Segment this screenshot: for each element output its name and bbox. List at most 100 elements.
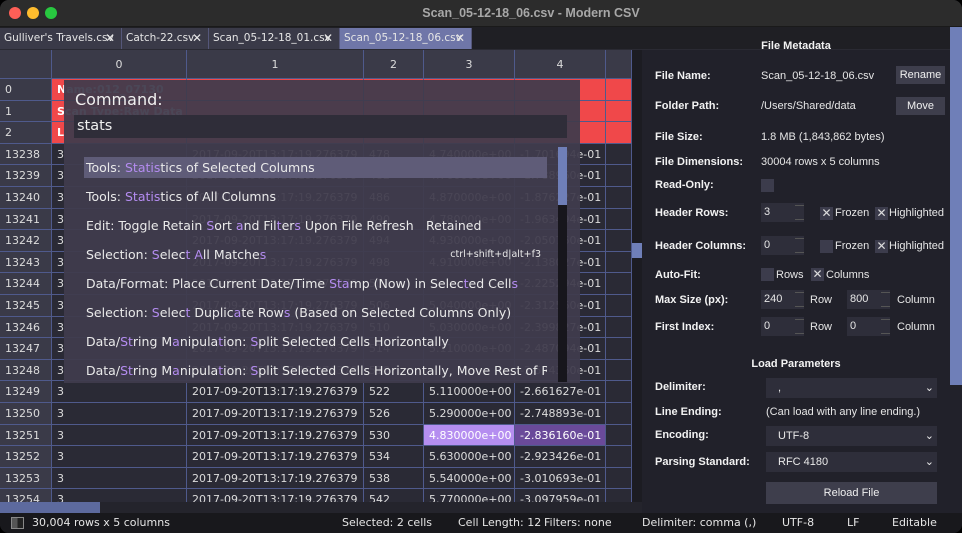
row-header[interactable]: 13250: [0, 403, 52, 425]
stepper-arrows-icon[interactable]: [795, 205, 804, 220]
row-header[interactable]: 0: [0, 79, 52, 101]
table-cell[interactable]: 2017-09-20T13:17:19.276379: [187, 424, 364, 447]
reload-file-button[interactable]: Reload File: [766, 482, 937, 504]
table-cell[interactable]: [606, 251, 632, 274]
header-rows-highlighted-checkbox[interactable]: ✕: [875, 207, 888, 220]
row-header[interactable]: 13238: [0, 143, 52, 166]
max-column-size-stepper[interactable]: 800: [847, 290, 890, 309]
row-header[interactable]: 13243: [0, 251, 52, 274]
auto-fit-rows-checkbox[interactable]: [761, 268, 774, 281]
sidebar-toggle-icon[interactable]: [11, 517, 24, 529]
stepper-arrows-icon[interactable]: [795, 292, 804, 307]
row-header[interactable]: 13248: [0, 359, 52, 382]
command-item[interactable]: Tools: Statistics of Selected Columns: [84, 157, 547, 178]
command-scrollbar[interactable]: [558, 147, 567, 382]
close-tab-icon[interactable]: ✕: [455, 28, 465, 49]
row-header[interactable]: 1: [0, 100, 52, 123]
command-item[interactable]: Edit: Toggle Retain Sort and Filters Upo…: [84, 215, 547, 236]
panel-scrollbar[interactable]: [950, 27, 962, 385]
table-cell[interactable]: 2017-09-20T13:17:19.276379: [187, 446, 364, 468]
table-cell[interactable]: 3: [52, 424, 187, 447]
table-cell[interactable]: 3: [52, 446, 187, 468]
column-header[interactable]: 2: [364, 50, 424, 79]
table-cell[interactable]: 5.110000e+00: [424, 381, 515, 403]
table-cell[interactable]: 3: [52, 467, 187, 490]
table-cell[interactable]: 5.630000e+00: [424, 446, 515, 468]
table-cell[interactable]: 2017-09-20T13:17:19.276379: [187, 381, 364, 403]
header-rows-stepper[interactable]: 3: [761, 203, 804, 222]
table-cell[interactable]: 526: [364, 403, 424, 425]
table-cell[interactable]: -2.836160e-01: [515, 424, 606, 447]
command-item[interactable]: Data/Format: Place Current Date/Time Sta…: [84, 273, 547, 294]
row-header[interactable]: 13245: [0, 295, 52, 317]
command-item[interactable]: Selection: Select Duplicate Rows (Based …: [84, 302, 547, 323]
first-row-index-stepper[interactable]: 0: [761, 317, 804, 336]
table-cell[interactable]: 534: [364, 446, 424, 468]
table-cell[interactable]: [606, 489, 632, 502]
table-cell[interactable]: [606, 79, 632, 101]
header-rows-frozen-checkbox[interactable]: ✕: [820, 207, 833, 220]
row-header[interactable]: 13247: [0, 338, 52, 360]
first-column-index-stepper[interactable]: 0: [847, 317, 890, 336]
column-header[interactable]: 1: [187, 50, 364, 79]
table-cell[interactable]: 542: [364, 489, 424, 502]
table-cell[interactable]: 3: [52, 381, 187, 403]
row-header[interactable]: 13254: [0, 489, 52, 502]
table-cell[interactable]: [606, 165, 632, 187]
scroll-thumb[interactable]: [632, 243, 642, 258]
column-header[interactable]: [606, 50, 632, 79]
stepper-arrows-icon[interactable]: [795, 319, 804, 334]
scroll-thumb[interactable]: [0, 502, 100, 513]
table-cell[interactable]: 530: [364, 424, 424, 447]
table-cell[interactable]: [606, 316, 632, 339]
table-cell[interactable]: -2.748893e-01: [515, 403, 606, 425]
table-cell[interactable]: [606, 187, 632, 209]
table-cell[interactable]: [606, 208, 632, 231]
max-row-size-stepper[interactable]: 240: [761, 290, 804, 309]
rename-button[interactable]: Rename: [896, 66, 945, 84]
column-header[interactable]: 4: [515, 50, 606, 79]
header-columns-stepper[interactable]: 0: [761, 236, 804, 255]
table-cell[interactable]: 538: [364, 467, 424, 490]
close-tab-icon[interactable]: ✕: [192, 28, 202, 49]
command-item[interactable]: Data/String Manipulation: Split Selected…: [84, 360, 547, 381]
table-cell[interactable]: [606, 273, 632, 295]
table-cell[interactable]: 5.540000e+00: [424, 467, 515, 490]
table-cell[interactable]: -3.010693e-01: [515, 467, 606, 490]
table-cell[interactable]: -2.661627e-01: [515, 381, 606, 403]
table-cell[interactable]: [606, 359, 632, 382]
table-cell[interactable]: [606, 230, 632, 252]
stepper-arrows-icon[interactable]: [795, 238, 804, 253]
command-item[interactable]: Selection: Select All Matches ctrl+shift+…: [84, 244, 547, 265]
move-button[interactable]: Move: [896, 97, 945, 115]
table-cell[interactable]: -3.097959e-01: [515, 489, 606, 502]
command-input[interactable]: stats: [74, 115, 567, 138]
table-cell[interactable]: 5.290000e+00: [424, 403, 515, 425]
command-item[interactable]: Data/String Manipulation: Split Selected…: [84, 331, 547, 352]
corner-cell[interactable]: [0, 50, 52, 79]
table-cell[interactable]: [606, 143, 632, 166]
tab-gullivers-travels[interactable]: Gulliver's Travels.csv ✕: [0, 28, 122, 49]
tab-scan-06[interactable]: Scan_05-12-18_06.csv ✕: [340, 28, 472, 49]
header-columns-highlighted-checkbox[interactable]: ✕: [875, 240, 888, 253]
grid-horizontal-scrollbar[interactable]: [0, 502, 642, 513]
encoding-select[interactable]: UTF-8 ⌄: [766, 426, 937, 446]
column-header[interactable]: 3: [424, 50, 515, 79]
table-cell[interactable]: [606, 295, 632, 317]
table-cell[interactable]: 5.770000e+00: [424, 489, 515, 502]
row-header[interactable]: 2: [0, 122, 52, 144]
row-header[interactable]: 13242: [0, 230, 52, 252]
table-cell[interactable]: [606, 446, 632, 468]
table-cell[interactable]: 4.830000e+00: [424, 424, 515, 447]
grid-vertical-scrollbar[interactable]: [632, 50, 642, 502]
tab-scan-01[interactable]: Scan_05-12-18_01.csv ✕: [209, 28, 340, 49]
row-header[interactable]: 13240: [0, 187, 52, 209]
table-cell[interactable]: [606, 467, 632, 490]
column-header[interactable]: 0: [52, 50, 187, 79]
table-cell[interactable]: [606, 381, 632, 403]
scroll-thumb[interactable]: [558, 147, 567, 205]
table-cell[interactable]: -2.923426e-01: [515, 446, 606, 468]
table-cell[interactable]: [606, 100, 632, 123]
tab-catch-22[interactable]: Catch-22.csv ✕: [122, 28, 209, 49]
table-cell[interactable]: 2017-09-20T13:17:19.276379: [187, 489, 364, 502]
